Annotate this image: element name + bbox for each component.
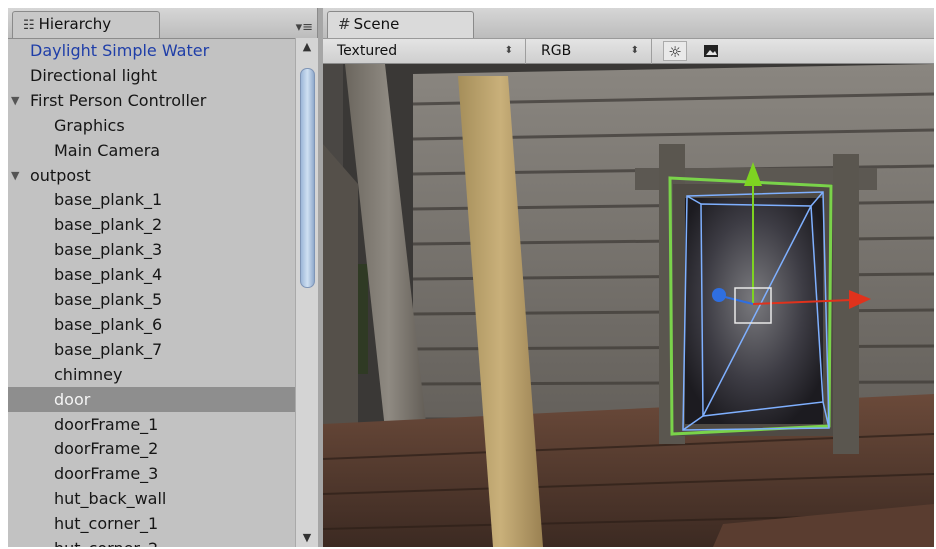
dropdown-arrows-icon: ⬍ [504, 45, 513, 56]
hierarchy-item-label: First Person Controller [30, 90, 207, 110]
hierarchy-item-label: Graphics [54, 115, 125, 135]
hierarchy-item-label: doorFrame_2 [54, 439, 159, 459]
hierarchy-item[interactable]: ▼ First Person Controller [8, 88, 295, 113]
hierarchy-scrollbar[interactable]: ▲ ▼ [295, 38, 318, 547]
hierarchy-item[interactable]: base_plank_5 [8, 287, 295, 312]
image-icon [704, 45, 718, 57]
scene-tab-label: Scene [353, 15, 400, 33]
scene-viewport[interactable] [323, 64, 934, 547]
hierarchy-item-label: hut_corner_2 [54, 536, 158, 547]
scene-render [323, 64, 934, 547]
hierarchy-item-label: doorFrame_3 [54, 464, 159, 484]
hierarchy-item-label: base_plank_5 [54, 290, 163, 309]
hierarchy-item[interactable]: doorFrame_2 [8, 436, 295, 461]
hierarchy-item[interactable]: Directional light [8, 63, 295, 88]
toolbar-divider [525, 39, 526, 64]
hierarchy-item[interactable]: base_plank_3 [8, 237, 295, 262]
hierarchy-item-label: chimney [54, 364, 123, 384]
hierarchy-item[interactable]: door [8, 386, 295, 412]
hierarchy-tab-label: Hierarchy [38, 15, 112, 33]
hierarchy-item-label: outpost [30, 165, 91, 185]
scene-grid-icon: # [338, 15, 351, 33]
scene-toolbar: Textured ⬍ RGB ⬍ ☼ [323, 38, 934, 64]
hierarchy-item-label: base_plank_3 [54, 240, 163, 260]
dropdown-arrows-icon: ⬍ [630, 45, 639, 56]
hierarchy-item[interactable]: hut_corner_2 [8, 536, 295, 547]
hierarchy-item-label: Directional light [30, 65, 158, 85]
scrollbar-thumb[interactable] [300, 68, 315, 288]
scene-overlay-toggle[interactable] [699, 41, 723, 61]
sun-icon: ☼ [668, 43, 682, 61]
fold-arrow-icon[interactable]: ▼ [11, 88, 19, 113]
scene-lighting-toggle[interactable]: ☼ [663, 41, 687, 61]
hierarchy-item[interactable]: base_plank_7 [8, 337, 295, 362]
hierarchy-panel: ☷ Hierarchy ▾≡ Daylight Simple Water Direc… [8, 8, 318, 547]
hierarchy-item[interactable]: hut_back_wall [8, 486, 295, 511]
fold-arrow-icon[interactable]: ▼ [11, 163, 19, 188]
render-mode-value: Textured [337, 43, 398, 59]
scroll-up-arrow-icon[interactable]: ▲ [296, 38, 318, 56]
render-mode-dropdown[interactable]: Textured ⬍ [329, 41, 519, 61]
hierarchy-item[interactable]: base_plank_2 [8, 212, 295, 237]
toolbar-divider [651, 39, 652, 64]
hierarchy-item-label: doorFrame_1 [54, 414, 159, 434]
hierarchy-item[interactable]: base_plank_1 [8, 187, 295, 212]
panel-menu-icon[interactable]: ▾≡ [296, 20, 313, 35]
hierarchy-item[interactable]: base_plank_4 [8, 262, 295, 287]
color-mode-value: RGB [541, 43, 572, 59]
hierarchy-item[interactable]: Graphics [8, 113, 295, 138]
hierarchy-item[interactable]: Daylight Simple Water [8, 38, 295, 63]
scene-panel: # Scene Textured ⬍ RGB ⬍ ☼ [323, 8, 934, 547]
hierarchy-item[interactable]: doorFrame_3 [8, 461, 295, 486]
tab-scene[interactable]: # Scene [327, 11, 474, 38]
hierarchy-item[interactable]: ▼ outpost [8, 163, 295, 188]
hierarchy-item[interactable]: chimney [8, 362, 295, 387]
hierarchy-item-label: base_plank_7 [54, 339, 163, 359]
hierarchy-item-label: hut_corner_1 [54, 514, 159, 534]
hierarchy-item-label: base_plank_2 [54, 215, 163, 235]
hierarchy-tree: Daylight Simple Water Directional light ▼ F… [8, 38, 295, 547]
tab-hierarchy[interactable]: ☷ Hierarchy [12, 11, 160, 38]
scroll-down-arrow-icon[interactable]: ▼ [296, 529, 318, 547]
hierarchy-header: ☷ Hierarchy ▾≡ [8, 8, 317, 39]
scene-header: # Scene [323, 8, 934, 38]
hierarchy-list-icon: ☷ [23, 18, 35, 33]
hierarchy-item-label: hut_back_wall [54, 489, 167, 509]
color-mode-dropdown[interactable]: RGB ⬍ [533, 41, 645, 61]
hierarchy-item[interactable]: hut_corner_1 [8, 511, 295, 536]
hierarchy-item[interactable]: doorFrame_1 [8, 412, 295, 437]
hierarchy-item[interactable]: base_plank_6 [8, 312, 295, 337]
hierarchy-item-label: door [54, 389, 91, 409]
hierarchy-item-label: Main Camera [54, 140, 161, 160]
hierarchy-item-label: base_plank_4 [54, 265, 163, 285]
hierarchy-item[interactable]: Main Camera [8, 138, 295, 163]
hierarchy-item-label: Daylight Simple Water [30, 41, 210, 60]
hierarchy-item-label: base_plank_6 [54, 314, 163, 334]
hierarchy-item-label: base_plank_1 [54, 190, 163, 210]
